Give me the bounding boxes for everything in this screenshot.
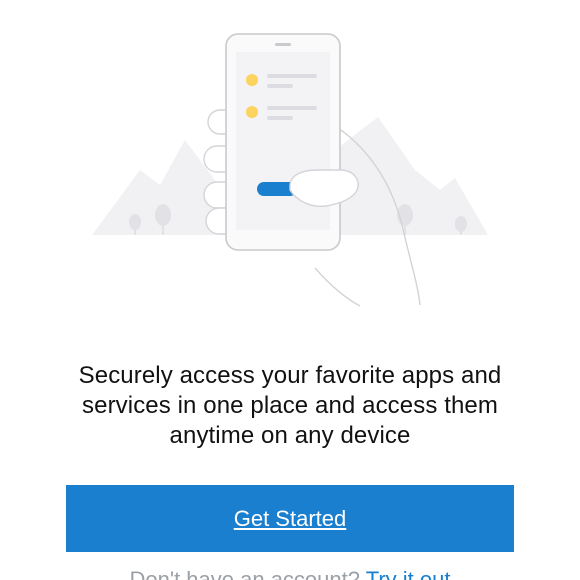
onboarding-headline: Securely access your favorite apps and s… bbox=[78, 362, 502, 449]
get-started-label: Get Started bbox=[233, 505, 347, 531]
phone-in-hand-illustration-icon bbox=[92, 33, 488, 307]
try-it-out-link[interactable]: Try it out bbox=[366, 567, 451, 580]
no-account-text: Don't have an account? bbox=[129, 567, 360, 580]
get-started-button[interactable]: Get Started bbox=[66, 485, 514, 552]
try-it-out-row: Don't have an account? Try it out bbox=[0, 566, 580, 580]
hero-illustration bbox=[0, 0, 580, 330]
